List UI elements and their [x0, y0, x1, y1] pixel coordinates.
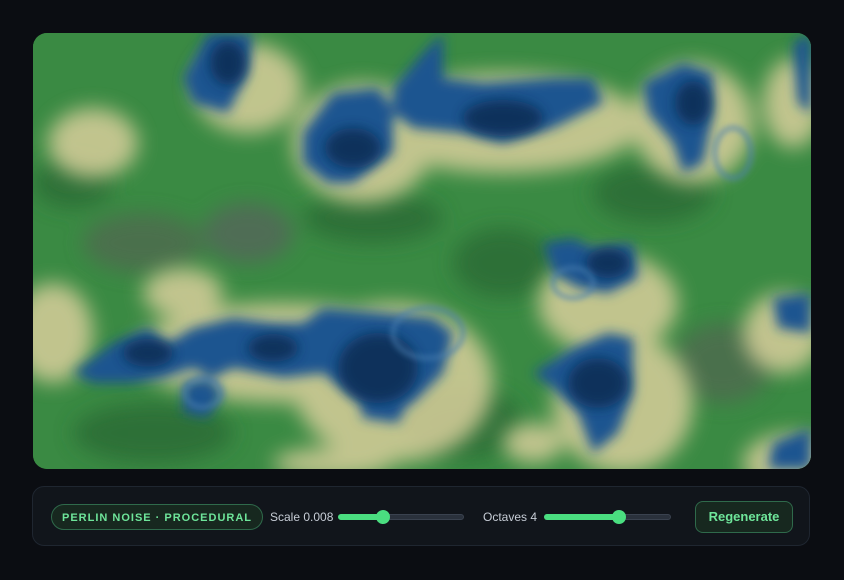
scale-label: Scale 0.008: [270, 510, 334, 524]
octaves-slider-thumb[interactable]: [611, 510, 626, 524]
octaves-slider[interactable]: [544, 510, 671, 524]
scale-slider[interactable]: [338, 510, 464, 524]
noise-canvas: [33, 33, 811, 469]
scale-slider-thumb[interactable]: [376, 510, 391, 524]
octaves-slider-fill: [544, 514, 619, 520]
octaves-label: Octaves 4: [483, 510, 538, 524]
regenerate-button[interactable]: Regenerate: [695, 501, 793, 533]
mode-badge: PERLIN NOISE · PROCEDURAL: [51, 504, 264, 530]
control-toolbar: PERLIN NOISE · PROCEDURAL Scale 0.008 Oc…: [32, 486, 810, 546]
terrain-map: [33, 33, 811, 469]
